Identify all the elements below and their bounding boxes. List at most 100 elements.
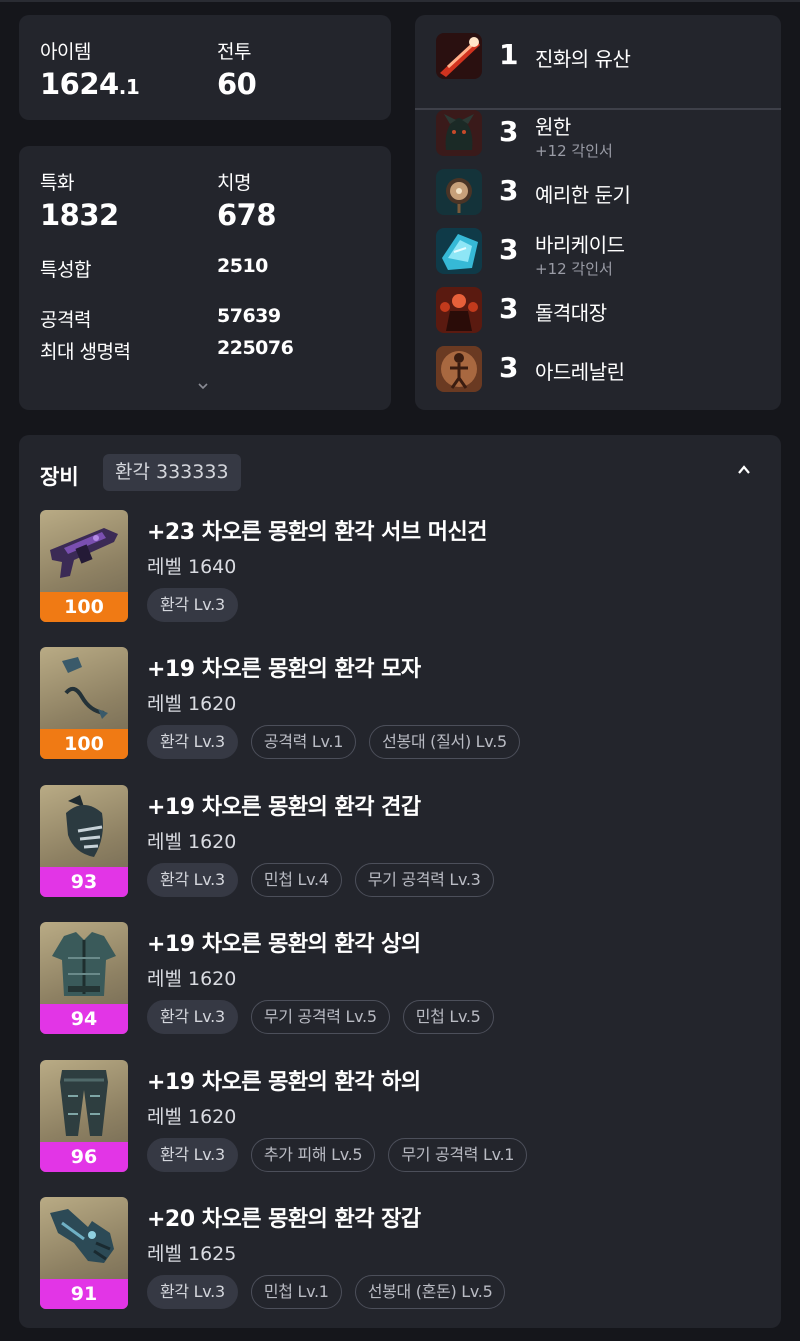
- equipment-tags: 환각 Lv.3 민첩 Lv.4 무기 공격력 Lv.3: [147, 863, 494, 897]
- equipment-tags: 환각 Lv.3 공격력 Lv.1 선봉대 (질서) Lv.5: [147, 725, 520, 759]
- adrenaline-icon: [436, 346, 482, 392]
- engraving-level: 3: [499, 351, 519, 384]
- engraving-top[interactable]: 1 진화의 유산: [436, 33, 766, 79]
- equipment-tags: 환각 Lv.3 추가 피해 Lv.5 무기 공격력 Lv.1: [147, 1138, 528, 1172]
- engraving-name: 원한: [535, 115, 571, 139]
- equipment-name: +19 차오른 몽환의 환각 모자: [147, 657, 421, 682]
- max-hp-label: 최대 생명력: [40, 341, 131, 363]
- chevron-down-icon[interactable]: [197, 380, 209, 392]
- engraving-level: 3: [499, 174, 519, 207]
- effect-tag: 선봉대 (혼돈) Lv.5: [354, 1275, 506, 1309]
- engraving-item[interactable]: 3 돌격대장: [436, 287, 766, 333]
- quality-badge: 94: [40, 1004, 128, 1034]
- equipment-thumbnail: 94: [40, 922, 128, 1034]
- combat-level-stat: 전투 60: [217, 37, 257, 101]
- engraving-item[interactable]: 3 아드레날린: [436, 346, 766, 392]
- quality-badge: 96: [40, 1142, 128, 1172]
- equipment-name: +23 차오른 몽환의 환각 서브 머신건: [147, 520, 487, 545]
- equipment-level: 레벨 1620: [147, 693, 237, 715]
- equipment-item-hat[interactable]: 100 +19 차오른 몽환의 환각 모자 레벨 1620 환각 Lv.3 공격…: [40, 647, 760, 760]
- spec-label: 특화: [40, 172, 74, 194]
- equipment-tags: 환각 Lv.3 민첩 Lv.1 선봉대 (혼돈) Lv.5: [147, 1275, 506, 1309]
- attack-value: 57639: [217, 305, 281, 327]
- equipment-item-weapon[interactable]: 100 +23 차오른 몽환의 환각 서브 머신건 레벨 1640 환각 Lv.…: [40, 510, 760, 623]
- engraving-level: 3: [499, 292, 519, 325]
- max-hp-row: 최대 생명력 225076: [40, 337, 294, 364]
- max-hp-value: 225076: [217, 337, 294, 359]
- combat-level-value: 60: [217, 67, 257, 101]
- effect-tag: 공격력 Lv.1: [250, 725, 357, 759]
- engraving-sub: +12 각인서: [535, 142, 613, 160]
- equipment-level: 레벨 1620: [147, 1106, 237, 1128]
- equipment-tags: 환각 Lv.3: [147, 588, 238, 622]
- set-tag: 환각 Lv.3: [147, 863, 238, 897]
- equipment-thumbnail: 93: [40, 785, 128, 897]
- raid-captain-icon: [436, 287, 482, 333]
- equipment-item-pants[interactable]: 96 +19 차오른 몽환의 환각 하의 레벨 1620 환각 Lv.3 추가 …: [40, 1060, 760, 1173]
- engraving-name: 바리케이드: [535, 233, 625, 257]
- equipment-thumbnail: 100: [40, 647, 128, 759]
- engraving-item[interactable]: 3 원한 +12 각인서: [436, 110, 766, 160]
- equipment-name: +20 차오른 몽환의 환각 장갑: [147, 1207, 421, 1232]
- equipment-thumbnail: 96: [40, 1060, 128, 1172]
- effect-tag: 민첩 Lv.5: [402, 1000, 494, 1034]
- equipment-level: 레벨 1625: [147, 1243, 237, 1265]
- top-border: [0, 0, 800, 2]
- engravings-card: 1 진화의 유산 3 원한 +12 각인서 3 예리한 둔기 3 바리케이드 +…: [415, 15, 781, 410]
- stat-total-row: 특성합 2510: [40, 255, 268, 282]
- effect-tag: 추가 피해 Lv.5: [250, 1138, 376, 1172]
- quality-badge: 93: [40, 867, 128, 897]
- engraving-item[interactable]: 3 바리케이드 +12 각인서: [436, 228, 766, 278]
- submachine-gun-icon: [50, 528, 118, 578]
- stats-card[interactable]: 특화 1832 치명 678 특성합 2510 공격력 57639 최대 생명력…: [19, 146, 391, 410]
- attack-row: 공격력 57639: [40, 305, 281, 332]
- gloves-icon: [50, 1209, 114, 1263]
- spec-stat: 특화 1832: [40, 168, 119, 232]
- level-summary-card: 아이템 1624.1 전투 60: [19, 15, 391, 120]
- engraving-top-name: 진화의 유산: [535, 47, 631, 71]
- equipment-title: 장비: [40, 465, 79, 489]
- engraving-level: 3: [499, 233, 519, 266]
- equipment-item-chest[interactable]: 94 +19 차오른 몽환의 환각 상의 레벨 1620 환각 Lv.3 무기 …: [40, 922, 760, 1035]
- evolution-legacy-icon: [436, 33, 482, 79]
- set-tag: 환각 Lv.3: [147, 588, 238, 622]
- stat-total-value: 2510: [217, 255, 268, 277]
- crit-stat: 치명 678: [217, 168, 277, 232]
- equipment-level: 레벨 1640: [147, 556, 237, 578]
- chest-armor-icon: [52, 932, 116, 996]
- engraving-name: 아드레날린: [535, 360, 625, 384]
- barricade-icon: [436, 228, 482, 274]
- effect-tag: 무기 공격력 Lv.3: [354, 863, 494, 897]
- set-tag: 환각 Lv.3: [147, 1275, 238, 1309]
- chevron-up-icon[interactable]: [736, 462, 752, 478]
- equipment-name: +19 차오른 몽환의 환각 상의: [147, 932, 421, 957]
- keen-blunt-weapon-icon: [436, 169, 482, 215]
- equipment-card: 장비 환각 333333 100 +23 차오른 몽환의 환각 서브 머신건 레…: [19, 435, 781, 1328]
- engraving-name: 예리한 둔기: [535, 183, 631, 207]
- equipment-item-shoulder[interactable]: 93 +19 차오른 몽환의 환각 견갑 레벨 1620 환각 Lv.3 민첩 …: [40, 785, 760, 898]
- grudge-icon: [436, 110, 482, 156]
- quality-badge: 100: [40, 592, 128, 622]
- pants-icon: [60, 1070, 108, 1136]
- equipment-level: 레벨 1620: [147, 968, 237, 990]
- equipment-thumbnail: 100: [40, 510, 128, 622]
- shoulder-icon: [66, 795, 103, 857]
- equipment-level: 레벨 1620: [147, 831, 237, 853]
- effect-tag: 무기 공격력 Lv.5: [250, 1000, 390, 1034]
- equipment-tags: 환각 Lv.3 무기 공격력 Lv.5 민첩 Lv.5: [147, 1000, 494, 1034]
- attack-label: 공격력: [40, 309, 91, 331]
- equipment-item-gloves[interactable]: 91 +20 차오른 몽환의 환각 장갑 레벨 1625 환각 Lv.3 민첩 …: [40, 1197, 760, 1310]
- equipment-thumbnail: 91: [40, 1197, 128, 1309]
- engraving-item[interactable]: 3 예리한 둔기: [436, 169, 766, 215]
- engraving-name: 돌격대장: [535, 301, 607, 325]
- equipment-name: +19 차오른 몽환의 환각 견갑: [147, 795, 421, 820]
- equipment-name: +19 차오른 몽환의 환각 하의: [147, 1070, 421, 1095]
- equipment-set-badge: 환각 333333: [103, 454, 241, 491]
- effect-tag: 선봉대 (질서) Lv.5: [369, 725, 520, 759]
- stat-total-label: 특성합: [40, 259, 91, 281]
- engraving-level: 3: [499, 115, 519, 148]
- quality-badge: 91: [40, 1279, 128, 1309]
- hat-icon: [62, 657, 108, 719]
- item-level-stat: 아이템 1624.1: [40, 37, 140, 101]
- effect-tag: 무기 공격력 Lv.1: [388, 1138, 528, 1172]
